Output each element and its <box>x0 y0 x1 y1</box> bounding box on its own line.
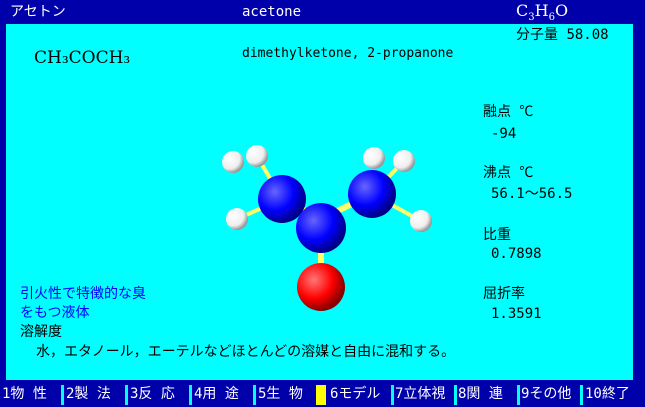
fkey-2-preparation[interactable]: 2製 法 <box>66 385 111 403</box>
fkey-separator <box>517 385 520 405</box>
description-line-1: 引火性で特徴的な臭 <box>20 286 146 302</box>
solubility-text: 水，エタノール，エーテルなどほとんどの溶媒と自由に混和する。 <box>36 344 456 360</box>
hydrogen-atom <box>226 208 248 230</box>
function-key-bar: 1物 性 2製 法 3反 応 4用 途 5生 物 6モデル 7立体視 8関 連 … <box>0 381 645 407</box>
fkey-separator <box>253 385 256 405</box>
oxygen-atom <box>297 263 345 311</box>
fkey-5-biology[interactable]: 5生 物 <box>258 385 303 403</box>
melting-point-label: 融点 ℃ <box>483 104 534 120</box>
fkey-7-stereo-view[interactable]: 7立体視 <box>395 385 445 403</box>
solubility-label: 溶解度 <box>20 324 62 340</box>
fkey-10-exit[interactable]: 10終了 <box>585 385 630 403</box>
fkey-separator <box>189 385 192 405</box>
fkey-6-model[interactable]: 6モデル <box>330 385 380 403</box>
hydrogen-atom <box>363 147 385 169</box>
structural-formula: CH₃COCH₃ <box>34 48 131 68</box>
active-key-marker <box>316 385 326 405</box>
boiling-point-value: 56.1～56.5 <box>491 186 573 202</box>
hydrogen-atom <box>222 151 244 173</box>
fkey-3-reactions[interactable]: 3反 応 <box>130 385 175 403</box>
melting-point-value: -94 <box>491 126 517 142</box>
fkey-separator <box>580 385 583 405</box>
refractive-index-value: 1.3591 <box>491 306 542 322</box>
carbon-atom-methyl-right <box>348 170 396 218</box>
hydrogen-atom <box>393 150 415 172</box>
molecular-formula: C3H6O <box>516 1 569 24</box>
description-line-2: をもつ液体 <box>20 305 90 321</box>
fkey-9-other[interactable]: 9その他 <box>521 385 571 403</box>
compound-name-ja: アセトン <box>10 4 66 20</box>
molecule-model <box>222 145 432 311</box>
fkey-separator <box>454 385 457 405</box>
compound-name-en: acetone <box>242 4 302 20</box>
title-bar: アセトン acetone C3H6O <box>0 0 645 24</box>
fkey-4-uses[interactable]: 4用 途 <box>194 385 239 403</box>
specific-gravity-label: 比重 <box>483 227 511 243</box>
fkey-separator <box>391 385 394 405</box>
fkey-separator <box>61 385 64 405</box>
specific-gravity-value: 0.7898 <box>491 246 542 262</box>
hydrogen-atom <box>246 145 268 167</box>
boiling-point-label: 沸点 ℃ <box>483 165 534 181</box>
molecular-weight: 分子量 58.08 <box>516 27 609 43</box>
fkey-separator <box>125 385 128 405</box>
content-panel: CH₃COCH₃ 分子量 58.08 dimethylketone, 2-pro… <box>6 24 633 380</box>
carbon-atom-methyl-left <box>258 175 306 223</box>
refractive-index-label: 屈折率 <box>483 286 525 302</box>
carbon-atom-carbonyl <box>296 203 346 253</box>
hydrogen-atom <box>410 210 432 232</box>
fkey-1-properties[interactable]: 1物 性 <box>2 385 47 403</box>
synonyms: dimethylketone, 2-propanone <box>242 46 454 61</box>
fkey-8-related[interactable]: 8関 連 <box>458 385 503 403</box>
